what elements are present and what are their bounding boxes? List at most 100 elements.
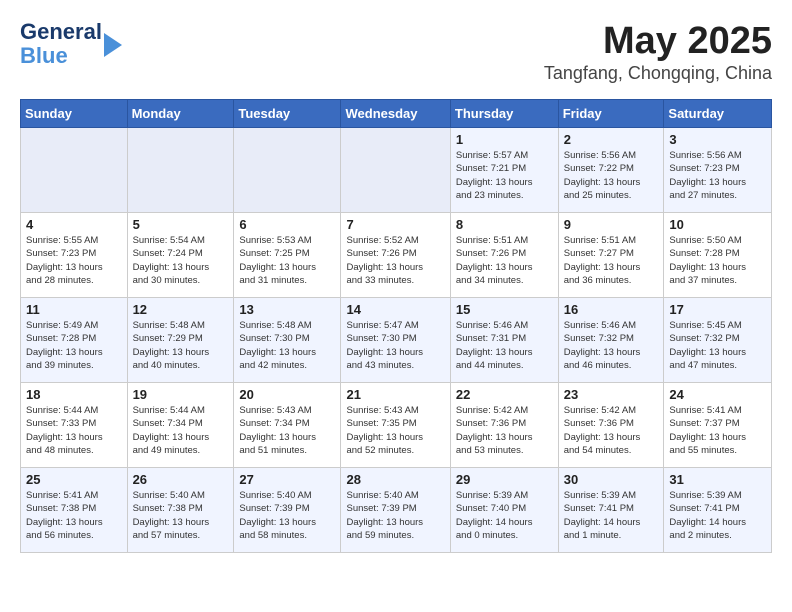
- week-row-3: 11 Sunrise: 5:49 AM Sunset: 7:28 PM Dayli…: [21, 298, 772, 383]
- day-info: Sunrise: 5:57 AM Sunset: 7:21 PM Dayligh…: [456, 149, 553, 202]
- calendar-cell: 12Sunrise: 5:48 AM Sunset: 7:29 PM Dayli…: [127, 298, 234, 383]
- header-cell-monday: Monday: [127, 100, 234, 128]
- header-cell-sunday: Sunday: [21, 100, 128, 128]
- calendar-cell: 9Sunrise: 5:51 AM Sunset: 7:27 PM Daylig…: [558, 213, 664, 298]
- calendar-table: SundayMondayTuesdayWednesdayThursdayFrid…: [20, 99, 772, 553]
- day-info: Sunrise: 5:55 AM Sunset: 7:23 PM Dayligh…: [26, 234, 122, 287]
- day-info: Sunrise: 5:53 AM Sunset: 7:25 PM Dayligh…: [239, 234, 335, 287]
- calendar-cell: [341, 128, 450, 213]
- day-info: Sunrise: 5:50 AM Sunset: 7:28 PM Dayligh…: [669, 234, 766, 287]
- page-header: GeneralBlue May 2025 Tangfang, Chongqing…: [20, 20, 772, 84]
- calendar-cell: 25Sunrise: 5:41 AM Sunset: 7:38 PM Dayli…: [21, 468, 128, 553]
- day-number: 20: [239, 387, 335, 402]
- header-cell-tuesday: Tuesday: [234, 100, 341, 128]
- day-number: 28: [346, 472, 444, 487]
- day-number: 13: [239, 302, 335, 317]
- header-cell-wednesday: Wednesday: [341, 100, 450, 128]
- logo: GeneralBlue: [20, 20, 122, 68]
- week-row-1: 1 Sunrise: 5:57 AM Sunset: 7:21 PM Daylig…: [21, 128, 772, 213]
- calendar-cell: 29 Sunrise: 5:39 AM Sunset: 7:40 PM Dayli…: [450, 468, 558, 553]
- calendar-cell: 14 Sunrise: 5:47 AM Sunset: 7:30 PM Dayli…: [341, 298, 450, 383]
- day-info: Sunrise: 5:43 AM Sunset: 7:34 PM Dayligh…: [239, 404, 335, 457]
- header-cell-saturday: Saturday: [664, 100, 772, 128]
- day-number: 8: [456, 217, 553, 232]
- day-number: 19: [133, 387, 229, 402]
- calendar-subtitle: Tangfang, Chongqing, China: [544, 63, 772, 84]
- day-number: 12: [133, 302, 229, 317]
- header-row: SundayMondayTuesdayWednesdayThursdayFrid…: [21, 100, 772, 128]
- day-number: 16: [564, 302, 659, 317]
- day-number: 29: [456, 472, 553, 487]
- calendar-cell: 27Sunrise: 5:40 AM Sunset: 7:39 PM Dayli…: [234, 468, 341, 553]
- day-info: Sunrise: 5:48 AM Sunset: 7:30 PM Dayligh…: [239, 319, 335, 372]
- day-number: 24: [669, 387, 766, 402]
- calendar-cell: 22 Sunrise: 5:42 AM Sunset: 7:36 PM Dayli…: [450, 383, 558, 468]
- week-row-5: 25Sunrise: 5:41 AM Sunset: 7:38 PM Dayli…: [21, 468, 772, 553]
- day-number: 3: [669, 132, 766, 147]
- day-info: Sunrise: 5:56 AM Sunset: 7:23 PM Dayligh…: [669, 149, 766, 202]
- calendar-cell: 7 Sunrise: 5:52 AM Sunset: 7:26 PM Daylig…: [341, 213, 450, 298]
- calendar-cell: 20 Sunrise: 5:43 AM Sunset: 7:34 PM Dayli…: [234, 383, 341, 468]
- day-info: Sunrise: 5:40 AM Sunset: 7:38 PM Dayligh…: [133, 489, 229, 542]
- day-number: 26: [133, 472, 229, 487]
- day-info: Sunrise: 5:46 AM Sunset: 7:32 PM Dayligh…: [564, 319, 659, 372]
- calendar-cell: 19 Sunrise: 5:44 AM Sunset: 7:34 PM Dayli…: [127, 383, 234, 468]
- day-number: 11: [26, 302, 122, 317]
- calendar-cell: 5 Sunrise: 5:54 AM Sunset: 7:24 PM Daylig…: [127, 213, 234, 298]
- day-number: 30: [564, 472, 659, 487]
- calendar-cell: 18 Sunrise: 5:44 AM Sunset: 7:33 PM Dayli…: [21, 383, 128, 468]
- day-info: Sunrise: 5:54 AM Sunset: 7:24 PM Dayligh…: [133, 234, 229, 287]
- title-block: May 2025 Tangfang, Chongqing, China: [544, 20, 772, 84]
- day-number: 27: [239, 472, 335, 487]
- calendar-cell: 3 Sunrise: 5:56 AM Sunset: 7:23 PM Daylig…: [664, 128, 772, 213]
- day-info: Sunrise: 5:51 AM Sunset: 7:26 PM Dayligh…: [456, 234, 553, 287]
- calendar-cell: 8 Sunrise: 5:51 AM Sunset: 7:26 PM Daylig…: [450, 213, 558, 298]
- day-info: Sunrise: 5:42 AM Sunset: 7:36 PM Dayligh…: [456, 404, 553, 457]
- calendar-cell: 26 Sunrise: 5:40 AM Sunset: 7:38 PM Dayli…: [127, 468, 234, 553]
- day-number: 17: [669, 302, 766, 317]
- day-info: Sunrise: 5:46 AM Sunset: 7:31 PM Dayligh…: [456, 319, 553, 372]
- day-info: Sunrise: 5:40 AM Sunset: 7:39 PM Dayligh…: [346, 489, 444, 542]
- calendar-cell: 11 Sunrise: 5:49 AM Sunset: 7:28 PM Dayli…: [21, 298, 128, 383]
- day-info: Sunrise: 5:44 AM Sunset: 7:34 PM Dayligh…: [133, 404, 229, 457]
- calendar-cell: 30 Sunrise: 5:39 AM Sunset: 7:41 PM Dayli…: [558, 468, 664, 553]
- calendar-title: May 2025: [544, 20, 772, 63]
- day-info: Sunrise: 5:52 AM Sunset: 7:26 PM Dayligh…: [346, 234, 444, 287]
- day-number: 14: [346, 302, 444, 317]
- logo-arrow-icon: [104, 33, 122, 57]
- calendar-cell: 13 Sunrise: 5:48 AM Sunset: 7:30 PM Dayli…: [234, 298, 341, 383]
- day-info: Sunrise: 5:47 AM Sunset: 7:30 PM Dayligh…: [346, 319, 444, 372]
- calendar-cell: 4 Sunrise: 5:55 AM Sunset: 7:23 PM Daylig…: [21, 213, 128, 298]
- week-row-4: 18 Sunrise: 5:44 AM Sunset: 7:33 PM Dayli…: [21, 383, 772, 468]
- calendar-cell: 28 Sunrise: 5:40 AM Sunset: 7:39 PM Dayli…: [341, 468, 450, 553]
- day-info: Sunrise: 5:41 AM Sunset: 7:37 PM Dayligh…: [669, 404, 766, 457]
- day-number: 18: [26, 387, 122, 402]
- day-number: 22: [456, 387, 553, 402]
- day-info: Sunrise: 5:43 AM Sunset: 7:35 PM Dayligh…: [346, 404, 444, 457]
- day-number: 10: [669, 217, 766, 232]
- day-info: Sunrise: 5:42 AM Sunset: 7:36 PM Dayligh…: [564, 404, 659, 457]
- week-row-2: 4 Sunrise: 5:55 AM Sunset: 7:23 PM Daylig…: [21, 213, 772, 298]
- day-info: Sunrise: 5:39 AM Sunset: 7:40 PM Dayligh…: [456, 489, 553, 542]
- calendar-cell: 1 Sunrise: 5:57 AM Sunset: 7:21 PM Daylig…: [450, 128, 558, 213]
- day-info: Sunrise: 5:56 AM Sunset: 7:22 PM Dayligh…: [564, 149, 659, 202]
- header-cell-friday: Friday: [558, 100, 664, 128]
- day-number: 4: [26, 217, 122, 232]
- day-info: Sunrise: 5:44 AM Sunset: 7:33 PM Dayligh…: [26, 404, 122, 457]
- day-number: 23: [564, 387, 659, 402]
- calendar-cell: 16 Sunrise: 5:46 AM Sunset: 7:32 PM Dayli…: [558, 298, 664, 383]
- day-number: 31: [669, 472, 766, 487]
- day-number: 7: [346, 217, 444, 232]
- day-number: 5: [133, 217, 229, 232]
- day-number: 1: [456, 132, 553, 147]
- calendar-cell: 23 Sunrise: 5:42 AM Sunset: 7:36 PM Dayli…: [558, 383, 664, 468]
- day-info: Sunrise: 5:39 AM Sunset: 7:41 PM Dayligh…: [564, 489, 659, 542]
- day-info: Sunrise: 5:39 AM Sunset: 7:41 PM Dayligh…: [669, 489, 766, 542]
- calendar-cell: 17Sunrise: 5:45 AM Sunset: 7:32 PM Dayli…: [664, 298, 772, 383]
- day-info: Sunrise: 5:49 AM Sunset: 7:28 PM Dayligh…: [26, 319, 122, 372]
- logo-text: GeneralBlue: [20, 20, 102, 68]
- calendar-cell: 2Sunrise: 5:56 AM Sunset: 7:22 PM Daylig…: [558, 128, 664, 213]
- day-number: 25: [26, 472, 122, 487]
- calendar-cell: 6Sunrise: 5:53 AM Sunset: 7:25 PM Daylig…: [234, 213, 341, 298]
- calendar-cell: [127, 128, 234, 213]
